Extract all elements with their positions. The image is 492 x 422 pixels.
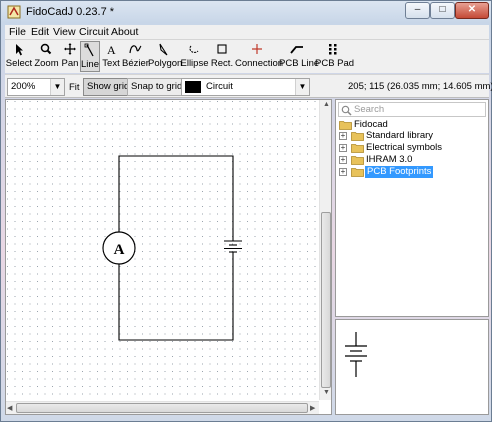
tree-item-label: IHRAM 3.0 xyxy=(366,154,413,165)
folder-icon xyxy=(351,144,364,153)
show-grid-toggle[interactable]: Show grid xyxy=(83,78,134,96)
tool-label: Select xyxy=(5,58,33,69)
ellipse-icon xyxy=(189,45,199,53)
tool-label: Zoom xyxy=(34,58,59,69)
pan-cross-icon xyxy=(64,43,76,55)
window-title: FidoCadJ 0.23.7 * xyxy=(26,6,115,18)
menu-circuit[interactable]: Circuit xyxy=(79,26,109,38)
coordinates-readout: 205; 115 (26.035 mm; 14.605 mm) xyxy=(348,81,492,92)
grid-dots xyxy=(6,100,319,401)
fit-button[interactable]: Fit xyxy=(69,82,80,93)
bezier-icon xyxy=(129,45,142,54)
tool-label: Line xyxy=(81,59,99,70)
tool-bezier[interactable]: Bézier xyxy=(122,41,149,72)
pcb-pad-icon xyxy=(329,44,337,55)
tool-select[interactable]: Select xyxy=(5,41,33,72)
title-bar: FidoCadJ 0.23.7 * – □ ✕ xyxy=(1,1,491,23)
tree-item-label: Electrical symbols xyxy=(366,142,443,153)
folder-icon xyxy=(351,168,364,177)
menu-bar: File Edit View Circuit About xyxy=(5,25,489,40)
tool-pan[interactable]: Pan xyxy=(60,41,80,72)
layer-name: Circuit xyxy=(206,81,233,92)
menu-edit[interactable]: Edit xyxy=(31,26,49,38)
scroll-left-icon[interactable]: ◀ xyxy=(7,404,12,412)
scroll-right-icon[interactable]: ▶ xyxy=(310,404,315,412)
pcb-line-icon xyxy=(290,46,303,54)
line-tool-icon xyxy=(84,43,94,57)
rectangle-icon xyxy=(217,44,227,54)
ammeter-label: A xyxy=(114,242,125,258)
snap-to-grid-toggle[interactable]: Snap to grid xyxy=(127,78,187,96)
chevron-down-icon: ▼ xyxy=(295,79,309,95)
chevron-down-icon: ▼ xyxy=(50,79,64,95)
layer-combo[interactable]: Circuit ▼ xyxy=(181,78,310,96)
expand-plus-icon[interactable]: + xyxy=(339,168,347,176)
expand-plus-icon[interactable]: + xyxy=(339,132,347,140)
svg-text:A: A xyxy=(107,43,116,57)
tree-item-label: Standard library xyxy=(366,130,434,141)
tool-pcb-pad[interactable]: PCB Pad xyxy=(315,41,355,72)
minimize-button[interactable]: – xyxy=(405,2,430,19)
tool-label: Rect. xyxy=(210,58,234,69)
menu-file[interactable]: File xyxy=(9,26,26,38)
folder-icon xyxy=(351,156,364,165)
drawing-canvas[interactable]: A ▲ ▼ ◀ ▶ xyxy=(5,99,332,415)
expand-plus-icon[interactable]: + xyxy=(339,144,347,152)
tool-label: Polygon xyxy=(148,58,183,69)
connection-cross-icon xyxy=(252,44,262,54)
options-bar: 200% ▼ Fit Show grid Snap to grid Circui… xyxy=(5,74,492,98)
tool-zoom[interactable]: Zoom xyxy=(33,41,60,72)
horizontal-scrollbar[interactable]: ◀ ▶ xyxy=(6,401,319,414)
search-icon xyxy=(341,105,352,116)
magnifier-icon xyxy=(40,43,52,55)
menu-about[interactable]: About xyxy=(111,26,138,38)
tool-polygon[interactable]: Polygon xyxy=(148,41,183,72)
library-search-input[interactable]: Search xyxy=(338,102,486,117)
tool-connection[interactable]: Connection xyxy=(235,41,284,72)
scroll-up-icon[interactable]: ▲ xyxy=(323,101,330,108)
tool-ellipse[interactable]: Ellipse xyxy=(180,41,209,72)
horizontal-scroll-thumb[interactable] xyxy=(16,403,308,413)
vertical-scroll-thumb[interactable] xyxy=(321,212,331,388)
tool-rect[interactable]: Rect. xyxy=(209,41,235,72)
maximize-button[interactable]: □ xyxy=(430,2,455,19)
layer-color-swatch xyxy=(185,81,201,93)
tool-label: Pan xyxy=(61,58,79,69)
folder-icon xyxy=(351,132,364,141)
zoom-value: 200% xyxy=(11,81,36,92)
tool-text[interactable]: A Text xyxy=(100,41,122,72)
battery-preview xyxy=(345,332,367,377)
arrow-pointer-icon xyxy=(16,44,23,56)
tool-label: PCB Line xyxy=(279,58,320,69)
tree-item-label: PCB Footprints xyxy=(365,166,434,178)
vertical-scrollbar[interactable]: ▲ ▼ xyxy=(319,100,331,400)
tool-pcb-line[interactable]: PCB Line xyxy=(279,41,320,72)
tool-label: Connection xyxy=(235,58,284,69)
folder-open-icon xyxy=(339,121,352,130)
tool-label: PCB Pad xyxy=(315,58,355,69)
symbol-preview-panel xyxy=(335,319,489,415)
tool-bar: Select Zoom Pan Line A Text Bézier Polyg… xyxy=(5,40,489,73)
tool-line[interactable]: Line xyxy=(80,41,100,72)
schematic-drawing[interactable]: A xyxy=(6,100,319,401)
zoom-combo[interactable]: 200% ▼ xyxy=(7,78,65,96)
menu-view[interactable]: View xyxy=(53,26,76,38)
ammeter-symbol: A xyxy=(102,231,136,265)
text-tool-icon: A xyxy=(107,43,116,57)
app-window: FidoCadJ 0.23.7 * – □ ✕ File Edit View C… xyxy=(0,0,492,422)
library-panel: Search Fidocad + Standard library + Elec… xyxy=(335,99,489,317)
polygon-icon xyxy=(159,43,168,56)
tree-item-pcb-footprints[interactable]: + PCB Footprints xyxy=(336,166,486,179)
tool-label: Ellipse xyxy=(180,58,209,69)
tool-label: Text xyxy=(102,58,120,69)
tool-label: Bézier xyxy=(122,58,149,69)
close-button[interactable]: ✕ xyxy=(455,2,489,19)
expand-plus-icon[interactable]: + xyxy=(339,156,347,164)
fidocadj-app-icon xyxy=(7,5,21,19)
scroll-down-icon[interactable]: ▼ xyxy=(323,389,330,396)
